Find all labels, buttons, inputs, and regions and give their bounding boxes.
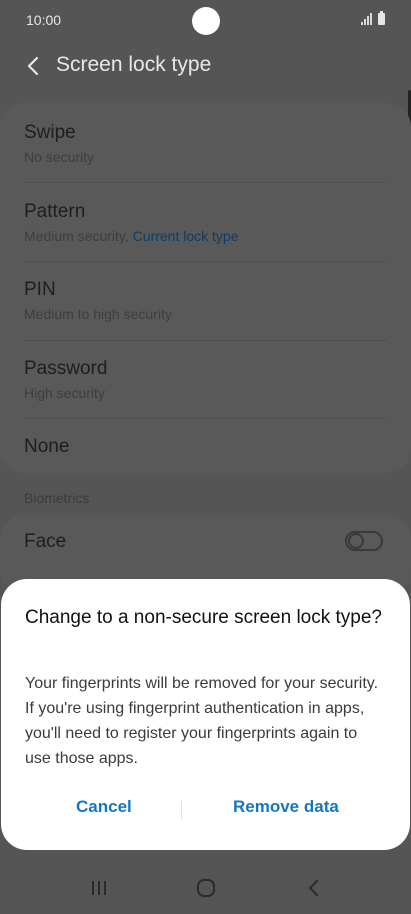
- recents-icon: [92, 881, 106, 895]
- app-bar: Screen lock type: [0, 44, 411, 88]
- option-sub: No security: [24, 149, 95, 165]
- confirm-dialog: Change to a non-secure screen lock type?…: [1, 579, 410, 850]
- status-time: 10:00: [26, 12, 62, 28]
- camera-cutout: [192, 7, 220, 35]
- lock-type-list: Swipe No security Pattern Medium securit…: [0, 103, 411, 473]
- signal-icon: [361, 13, 372, 25]
- dialog-title: Change to a non-secure screen lock type?: [25, 607, 382, 628]
- option-password[interactable]: Password High security: [0, 341, 411, 419]
- current-lock-indicator: Current lock type: [132, 228, 239, 244]
- option-none[interactable]: None: [0, 419, 411, 473]
- status-bar: 10:00: [0, 0, 411, 40]
- navigation-bar: [0, 860, 411, 914]
- dialog-message: Your fingerprints will be removed for yo…: [25, 675, 379, 767]
- option-face[interactable]: Face: [0, 515, 411, 569]
- option-label: Pattern: [24, 201, 86, 222]
- option-label: Face: [24, 531, 67, 552]
- face-toggle[interactable]: [345, 531, 383, 551]
- button-divider: [181, 801, 182, 819]
- option-label: Password: [24, 358, 108, 379]
- back-icon: [309, 880, 318, 896]
- battery-icon: [378, 11, 385, 25]
- chevron-left-icon: [27, 56, 39, 76]
- toggle-knob: [348, 533, 364, 549]
- page-title: Screen lock type: [56, 53, 212, 76]
- back-button[interactable]: [18, 50, 50, 82]
- cancel-button[interactable]: Cancel: [76, 797, 132, 817]
- option-sub: Medium to high security: [24, 306, 172, 322]
- section-header-biometrics: Biometrics: [24, 490, 90, 506]
- option-label: None: [24, 436, 70, 457]
- home-icon: [197, 879, 215, 897]
- nav-back-button[interactable]: [302, 876, 326, 900]
- option-label: Swipe: [24, 122, 76, 143]
- nav-home-button[interactable]: [194, 876, 218, 900]
- option-swipe[interactable]: Swipe No security: [0, 103, 411, 181]
- option-pin[interactable]: PIN Medium to high security: [0, 262, 411, 340]
- option-sub: High security: [24, 385, 105, 401]
- option-sub: Medium security, Current lock type: [24, 228, 239, 244]
- option-label: PIN: [24, 279, 56, 300]
- option-pattern[interactable]: Pattern Medium security, Current lock ty…: [0, 183, 411, 261]
- remove-data-button[interactable]: Remove data: [233, 797, 339, 817]
- nav-recents-button[interactable]: [87, 876, 111, 900]
- status-icons: [361, 11, 385, 25]
